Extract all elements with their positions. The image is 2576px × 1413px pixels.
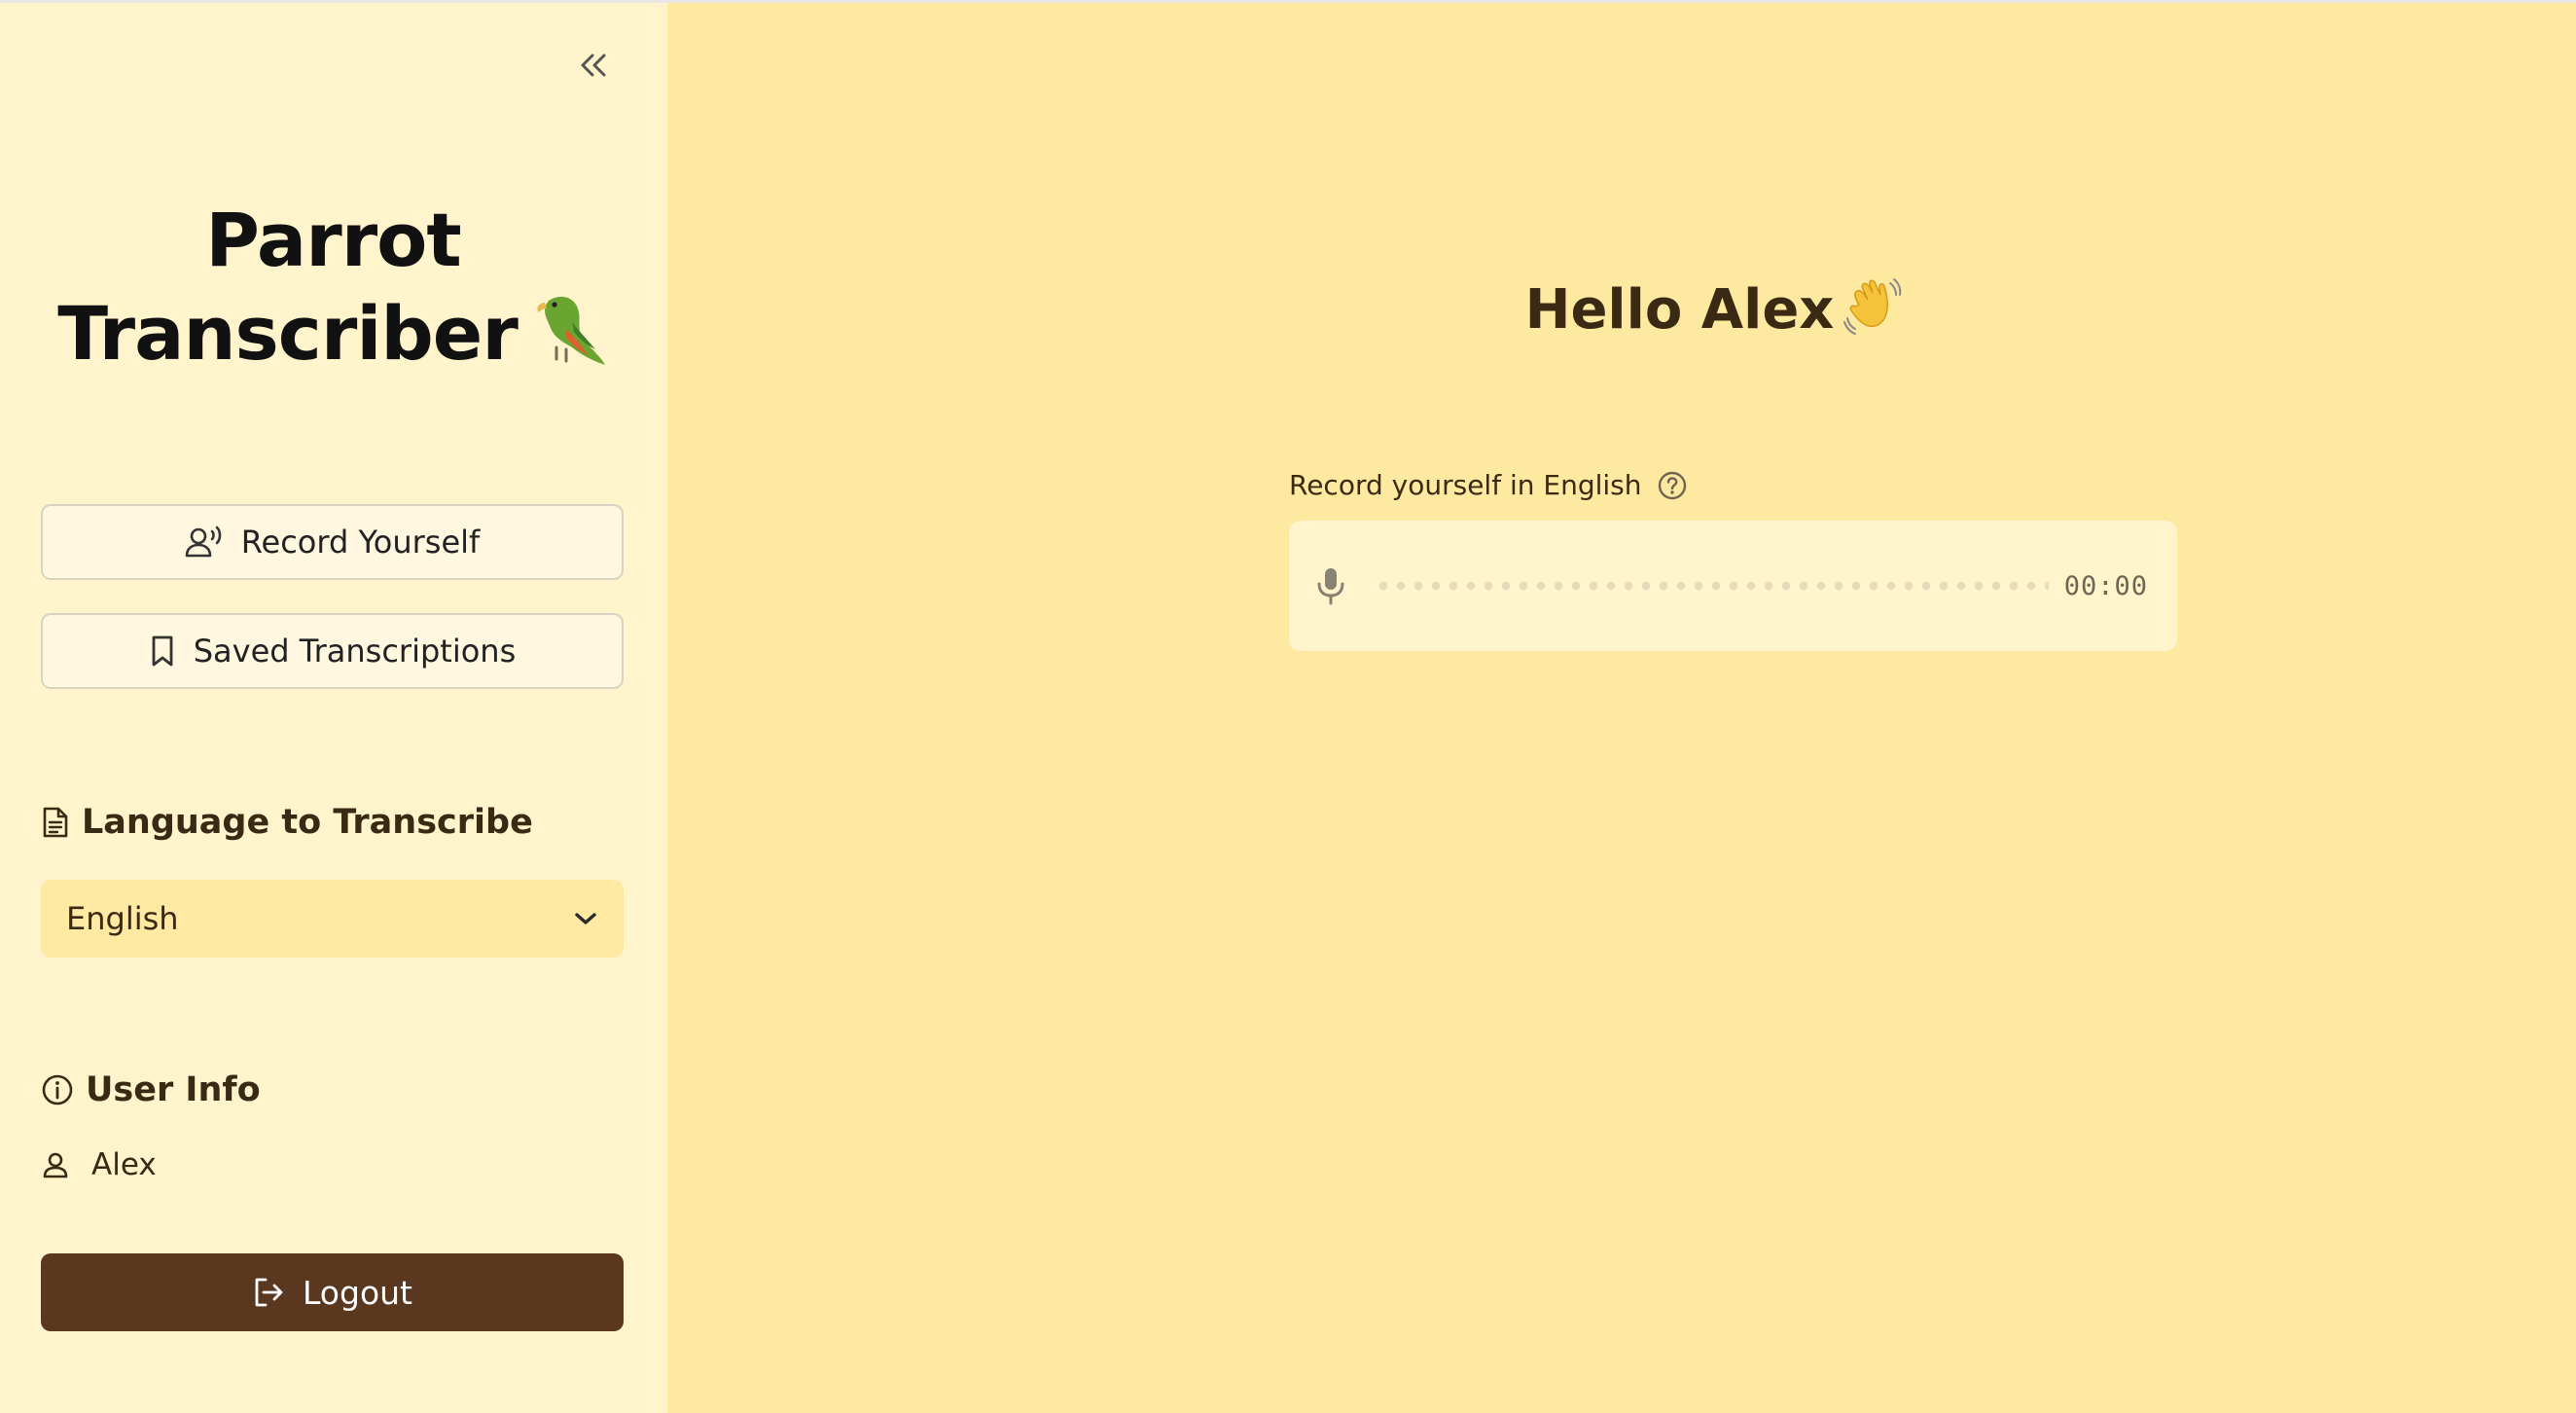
audio-recorder: 00:00 [1289, 521, 2177, 651]
username: Alex [91, 1147, 157, 1182]
document-icon [43, 807, 68, 838]
help-circle-icon[interactable] [1657, 470, 1688, 501]
logout-label: Logout [303, 1273, 412, 1312]
user-info-label: User Info [86, 1070, 261, 1109]
language-select-value: English [66, 900, 179, 937]
logout-button[interactable]: Logout [41, 1253, 624, 1331]
language-section-label: Language to Transcribe [82, 803, 533, 842]
saved-transcriptions-button[interactable]: Saved Transcriptions [41, 613, 624, 689]
bookmark-icon [149, 634, 176, 668]
greeting-heading: Hello Alex [667, 275, 2576, 349]
greeting-text: Hello Alex [1524, 278, 1835, 342]
record-yourself-button[interactable]: Record Yourself [41, 504, 624, 580]
main-content: Hello Alex [667, 3, 2576, 1413]
logout-icon [255, 1278, 283, 1307]
info-circle-icon [42, 1074, 73, 1105]
double-chevron-left-icon [581, 54, 606, 77]
user-info-section-title: User Info [41, 1070, 261, 1109]
microphone-button[interactable] [1316, 566, 1345, 605]
app-title-line1: Parrot [205, 197, 461, 283]
parrot-emoji-icon [527, 287, 609, 390]
record-yourself-label: Record Yourself [240, 524, 481, 561]
waving-hand-emoji-icon [1842, 275, 1902, 349]
waveform-placeholder [1375, 581, 2049, 591]
recording-timer: 00:00 [2063, 570, 2148, 601]
saved-transcriptions-label: Saved Transcriptions [193, 633, 517, 670]
speaking-person-icon [185, 525, 224, 560]
microphone-icon [1317, 568, 1344, 605]
user-row: Alex [41, 1147, 157, 1182]
language-select[interactable]: English [41, 880, 624, 958]
collapse-sidebar-button[interactable] [570, 42, 617, 89]
sidebar: Parrot Transcriber Record Yourself Saved… [0, 3, 667, 1413]
recorder-label-text: Record yourself in English [1289, 469, 1642, 501]
chevron-down-icon [575, 913, 596, 924]
app-title-line2: Transcriber [57, 290, 519, 377]
recorder-label: Record yourself in English [1289, 469, 1688, 501]
user-icon [43, 1152, 68, 1178]
app-title: Parrot Transcriber [39, 194, 627, 390]
language-section-title: Language to Transcribe [41, 803, 533, 842]
